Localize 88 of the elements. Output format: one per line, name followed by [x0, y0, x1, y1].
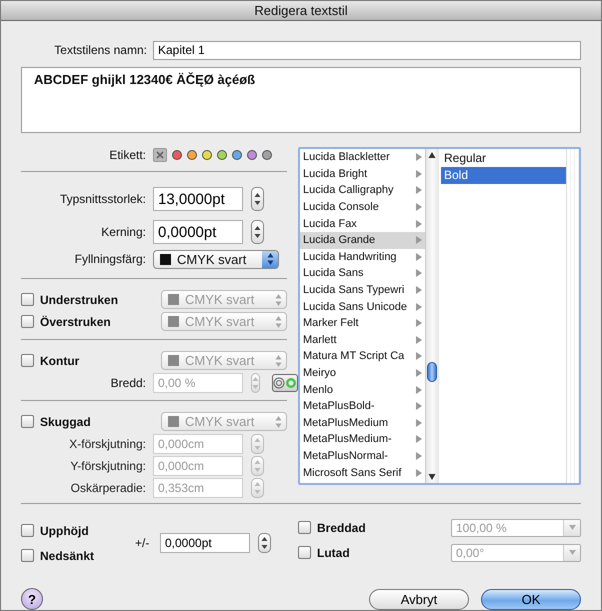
- help-button[interactable]: ?: [21, 588, 43, 610]
- style-list-item[interactable]: Bold: [441, 167, 566, 184]
- up-down-arrows-icon: [266, 253, 274, 265]
- field-label: X-förskjutning:: [68, 436, 147, 450]
- up-down-arrows-icon: [252, 376, 259, 390]
- font-list-item[interactable]: Lucida Sans Unicode: [300, 298, 425, 315]
- font-list-item[interactable]: Lucida Sans Typewri: [300, 282, 425, 298]
- font-list-item[interactable]: MetaPlusMedium: [300, 414, 425, 432]
- up-down-arrows-icon: [274, 294, 282, 306]
- checkbox-label: Understruken: [40, 292, 118, 306]
- color-swatch: [168, 294, 179, 305]
- font-list-item[interactable]: Meiryo: [300, 364, 425, 382]
- window-title: Redigera textstil: [254, 3, 348, 18]
- name-field[interactable]: Kapitel 1: [153, 40, 581, 60]
- field-label: +/-: [135, 536, 150, 550]
- stroke-position-toggle[interactable]: [272, 374, 298, 392]
- field-label: Oskärperadie:: [70, 480, 147, 494]
- down-arrow-icon: [568, 550, 576, 555]
- down-arrow-icon: [568, 525, 576, 530]
- input-field[interactable]: 13,0000pt: [153, 187, 243, 211]
- up-down-arrows-icon: [254, 436, 261, 450]
- label-color-dot[interactable]: [202, 150, 212, 160]
- no-label-button[interactable]: [153, 148, 167, 162]
- label-color-dot[interactable]: [262, 150, 272, 160]
- checkbox-label: Skuggad: [40, 414, 91, 428]
- font-list-item[interactable]: Menlo: [300, 381, 425, 398]
- font-list-item[interactable]: Lucida Grande: [300, 232, 425, 249]
- font-list-item[interactable]: Lucida Console: [300, 198, 425, 216]
- font-list-item[interactable]: Lucida Handwriting: [300, 248, 425, 266]
- color-swatch: [168, 416, 179, 427]
- up-arrow-icon: [428, 151, 436, 159]
- down-arrow-icon: [428, 473, 436, 481]
- field-label: Y-förskjutning:: [69, 458, 147, 472]
- font-list-item[interactable]: MetaPlusNormal-: [300, 448, 425, 464]
- field-label: Kerning:: [100, 225, 147, 239]
- checkbox-label: Kontur: [40, 354, 80, 368]
- field-label: Bredd:: [110, 376, 147, 390]
- label-color-dot[interactable]: [247, 150, 257, 160]
- font-list-item[interactable]: MetaPlusMedium-: [300, 431, 425, 448]
- input-field[interactable]: 0,0000pt: [160, 533, 250, 553]
- ok-button[interactable]: OK: [481, 588, 581, 610]
- input-field[interactable]: 0,0000pt: [153, 220, 243, 244]
- font-list-item[interactable]: MetaPlusBold-: [300, 398, 425, 414]
- scrollbar[interactable]: [425, 149, 439, 483]
- stepper[interactable]: [251, 187, 264, 211]
- preview-text: ABCDEF ghijkl 12340€ ÄČĘØ àçéøß: [34, 72, 256, 87]
- field-label: Etikett:: [108, 148, 147, 162]
- up-down-arrows-icon: [254, 480, 261, 494]
- font-list-item[interactable]: Microsoft Sans Serif: [300, 464, 425, 481]
- font-list-item[interactable]: Lucida Calligraphy: [300, 182, 425, 199]
- stepper[interactable]: [258, 533, 271, 553]
- scrollbar-thumb[interactable]: [427, 362, 437, 382]
- style-list-item[interactable]: Regular: [441, 150, 566, 167]
- checkbox-label: Breddad: [317, 520, 366, 534]
- checkbox-label: Nedsänkt: [40, 548, 94, 562]
- field-label: Textstilens namn:: [53, 43, 148, 57]
- up-down-arrows-icon: [274, 416, 282, 428]
- color-dropdown[interactable]: CMYK svart: [153, 250, 279, 268]
- stepper[interactable]: [251, 220, 264, 244]
- checkbox-label: Överstruken: [40, 314, 111, 328]
- checkbox[interactable]: [21, 549, 34, 562]
- color-swatch: [168, 355, 179, 366]
- color-swatch: [160, 254, 171, 264]
- checkbox-label: Upphöjd: [40, 524, 89, 538]
- field-label: Typsnittsstorlek:: [58, 192, 147, 206]
- checkbox[interactable]: [21, 524, 34, 537]
- font-list-item[interactable]: Marlett: [300, 332, 425, 348]
- cancel-button[interactable]: Avbryt: [369, 588, 469, 610]
- font-list-item[interactable]: Marker Felt: [300, 314, 425, 332]
- up-down-arrows-icon: [254, 225, 261, 239]
- field-label: Fyllningsfärg:: [74, 252, 147, 266]
- up-down-arrows-icon: [274, 354, 282, 366]
- label-color-dot[interactable]: [232, 150, 242, 160]
- up-down-arrows-icon: [254, 458, 261, 472]
- checkbox-label: Lutad: [317, 546, 350, 560]
- font-list-item[interactable]: Matura MT Script Ca: [300, 348, 425, 365]
- up-down-arrows-icon: [261, 536, 268, 550]
- font-list-item[interactable]: Lucida Blackletter: [300, 149, 425, 166]
- color-swatch: [168, 316, 179, 327]
- label-color-dot[interactable]: [217, 150, 227, 160]
- up-down-arrows-icon: [254, 192, 261, 206]
- font-list-item[interactable]: Lucida Fax: [300, 215, 425, 232]
- label-color-dot[interactable]: [172, 150, 182, 160]
- font-list-item[interactable]: Lucida Sans: [300, 265, 425, 282]
- cross-icon: [156, 151, 164, 159]
- label-color-dot[interactable]: [187, 150, 197, 160]
- font-list-item[interactable]: Lucida Bright: [300, 166, 425, 182]
- up-down-arrows-icon: [274, 316, 282, 328]
